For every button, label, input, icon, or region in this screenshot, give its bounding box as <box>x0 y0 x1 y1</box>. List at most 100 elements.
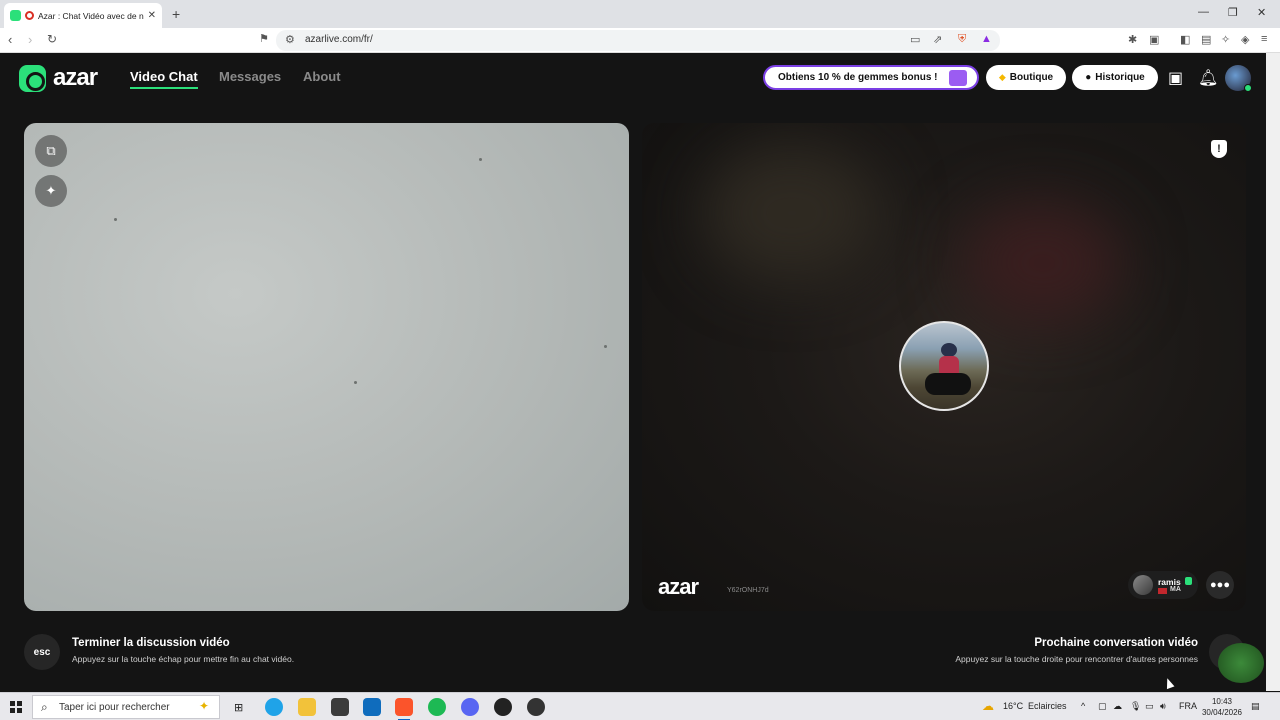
partner-video-panel: ! azar Y62rONHJ7d ramis MA ●●● <box>642 123 1246 611</box>
partner-user-chip[interactable]: ramis MA <box>1128 571 1198 599</box>
partner-profile-photo <box>899 321 989 411</box>
self-video-panel: ⧉ ✦ <box>24 123 629 611</box>
sparkle-icon: ✦ <box>198 699 209 713</box>
camera-noise <box>479 158 482 161</box>
back-icon[interactable]: ‹ <box>8 32 12 47</box>
close-tab-icon[interactable]: ✕ <box>148 10 156 21</box>
shop-label: Boutique <box>1009 72 1054 83</box>
esc-key-label: esc <box>33 646 51 658</box>
windows-start-icon[interactable] <box>10 701 22 713</box>
partner-country: MA <box>1170 586 1181 593</box>
end-chat-subtitle: Appuyez sur la touche échap pour mettre … <box>72 654 295 664</box>
close-window-button[interactable]: ✕ <box>1257 6 1266 19</box>
end-chat-title: Terminer la discussion vidéo <box>72 637 230 649</box>
gem-icon: ◆ <box>998 72 1006 82</box>
brave-rewards-icon[interactable]: ▲ <box>981 33 992 45</box>
input-language[interactable]: FRA <box>1179 701 1197 711</box>
browser-tab-azar[interactable]: Azar : Chat Vidéo avec de no ✕ <box>4 3 162 28</box>
next-chat-subtitle: Appuyez sur la touche droite pour rencon… <box>955 654 1198 664</box>
spotify-app-icon[interactable] <box>428 698 446 716</box>
camera-noise <box>354 381 357 384</box>
nav-messages[interactable]: Messages <box>219 69 281 84</box>
azar-watermark: azar <box>658 574 699 599</box>
address-bar[interactable]: ⚙ azarlive.com/fr/ ▭ ⇗ ⛨ ▲ <box>276 30 1000 51</box>
site-settings-icon[interactable]: ⚙ <box>285 33 295 46</box>
search-icon: ⌕ <box>41 700 48 714</box>
session-id: Y62rONHJ7d <box>727 587 769 594</box>
cast-icon[interactable]: ▭ <box>910 33 920 46</box>
vpn-icon[interactable]: ◈ <box>1241 33 1249 46</box>
forward-icon[interactable]: › <box>28 32 32 47</box>
chat-button[interactable]: ●●● <box>1206 571 1234 599</box>
promo-label: Obtiens 10 % de gemmes bonus ! <box>778 72 938 83</box>
azar-logo-text: azar <box>53 64 98 91</box>
user-avatar[interactable] <box>1225 65 1252 92</box>
taskbar-search-box[interactable]: ⌕ Taper ici pour rechercher ✦ <box>32 695 220 719</box>
photo-detail <box>941 343 957 357</box>
pip-icon: ⧉ <box>46 143 56 158</box>
magic-wand-icon: ✦ <box>45 183 57 198</box>
minimize-window-button[interactable]: — <box>1198 6 1209 18</box>
tab-title: Azar : Chat Vidéo avec de no <box>38 10 144 21</box>
history-label: Historique <box>1095 72 1145 83</box>
leo-ai-icon[interactable]: ✧ <box>1221 33 1230 46</box>
clock-icon: ● <box>1085 72 1092 83</box>
bookmark-icon[interactable]: ⚑ <box>259 32 269 45</box>
photo-detail <box>925 373 971 395</box>
volume-icon[interactable]: 🔊︎ <box>1160 701 1166 712</box>
history-button[interactable]: ● Historique <box>1072 65 1158 90</box>
weather-icon[interactable]: ☁ <box>982 699 994 713</box>
report-shield-icon[interactable]: ! <box>1211 140 1227 158</box>
extensions-icon[interactable]: ✱ <box>1128 33 1137 46</box>
task-view-icon[interactable]: ⊞ <box>234 701 243 714</box>
outlook-app-icon[interactable] <box>363 698 381 716</box>
edge-app-icon[interactable] <box>265 698 283 716</box>
weather-temperature: 16°C <box>1003 701 1024 711</box>
discord-app-icon[interactable] <box>461 698 479 716</box>
reload-icon[interactable]: ↻ <box>47 32 57 46</box>
shop-button[interactable]: ◆ Boutique <box>986 65 1066 90</box>
new-tab-button[interactable]: + <box>172 6 180 22</box>
mouse-cursor-icon <box>1163 676 1175 690</box>
maximize-window-button[interactable]: ❐ <box>1228 6 1238 19</box>
tray-overflow-icon[interactable]: ^ <box>1081 701 1085 711</box>
effects-button[interactable]: ✦ <box>35 175 67 207</box>
obs-app-icon[interactable] <box>494 698 512 716</box>
microphone-icon[interactable]: 🎙︎ <box>1130 701 1141 712</box>
end-chat-button[interactable]: esc <box>24 634 60 670</box>
chat-bubble-icon: ●●● <box>1210 579 1230 591</box>
clock-time: 10:43 <box>1211 697 1233 706</box>
file-explorer-app-icon[interactable] <box>298 698 316 716</box>
nav-video-chat[interactable]: Video Chat <box>130 69 198 89</box>
camera-noise <box>114 218 117 221</box>
recording-icon <box>25 11 34 20</box>
notification-bell-icon[interactable]: 🔔︎ <box>1198 68 1218 88</box>
wallet-icon[interactable]: ▤ <box>1201 33 1211 46</box>
azar-logo[interactable]: azar <box>19 64 98 92</box>
windows-taskbar: ⌕ Taper ici pour rechercher ✦ ⊞ ☁ 16°C E… <box>0 692 1280 720</box>
inbox-icon[interactable]: ▣ <box>1168 68 1183 88</box>
clock-date: 30/04/2026 <box>1201 708 1243 717</box>
blurred-background <box>962 203 1122 323</box>
brave-app-icon[interactable] <box>395 698 413 720</box>
tray-app-icon[interactable]: ▢ <box>1098 701 1107 712</box>
system-clock[interactable]: 10:43 30/04/2026 <box>1200 696 1244 718</box>
sidebar-icon[interactable]: ◧ <box>1180 33 1190 46</box>
morocco-flag-icon <box>1158 588 1167 594</box>
page-scrollbar[interactable] <box>1266 53 1280 691</box>
browser-tab-strip: Azar : Chat Vidéo avec de no ✕ + — ❐ ✕ <box>0 0 1280 28</box>
azar-app: azar Video Chat Messages About Obtiens 1… <box>0 53 1266 691</box>
network-icon[interactable]: ▭ <box>1145 701 1154 712</box>
notifications-icon[interactable]: ▤ <box>1251 701 1260 712</box>
share-icon[interactable]: ⇗ <box>933 33 942 46</box>
app-icon[interactable] <box>527 698 545 716</box>
camera-noise <box>604 345 607 348</box>
gem-bonus-promo-button[interactable]: Obtiens 10 % de gemmes bonus ! <box>763 65 979 90</box>
picture-in-picture-button[interactable]: ⧉ <box>35 135 67 167</box>
brave-shields-icon[interactable]: ⛨ <box>958 33 966 46</box>
nav-about[interactable]: About <box>303 69 341 84</box>
store-app-icon[interactable] <box>331 698 349 716</box>
tab-search-icon[interactable]: ▣ <box>1149 33 1159 46</box>
menu-icon[interactable]: ≡ <box>1261 33 1267 45</box>
onedrive-icon[interactable]: ☁ <box>1113 701 1122 712</box>
